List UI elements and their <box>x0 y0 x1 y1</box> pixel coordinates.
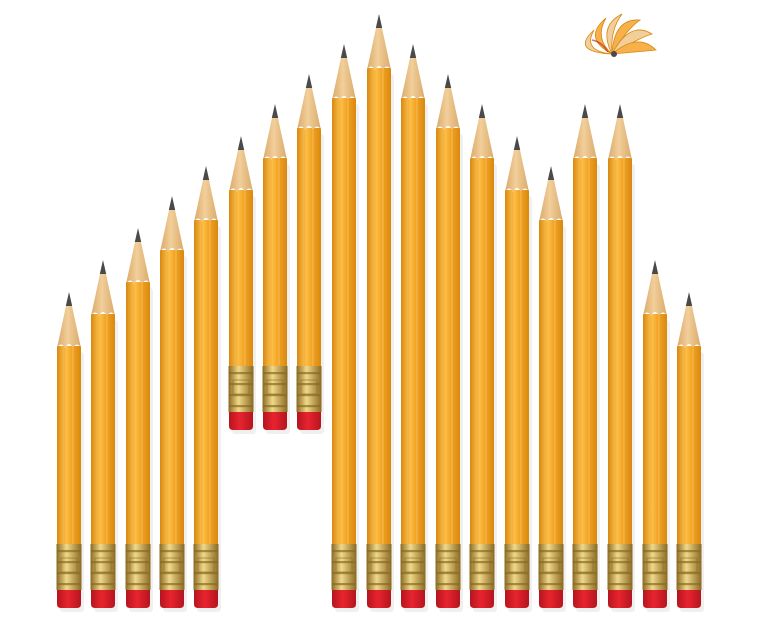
pencil-01 <box>56 292 84 612</box>
pencil-14 <box>504 136 532 612</box>
pencil-17 <box>607 104 635 612</box>
pencil-13 <box>469 104 497 612</box>
pencil-16 <box>572 104 600 612</box>
pencil-shavings <box>584 13 657 57</box>
pencil-12 <box>435 74 463 612</box>
pencil-18 <box>642 260 670 612</box>
pencil-09 <box>331 44 359 612</box>
pencil-05 <box>193 166 221 612</box>
pencil-scene <box>0 0 758 633</box>
pencil-15 <box>538 166 566 612</box>
pencil-02 <box>90 260 118 612</box>
pencil-07 <box>262 104 290 434</box>
pencil-04 <box>159 196 187 612</box>
pencil-08 <box>296 74 324 434</box>
pencil-10 <box>366 14 394 612</box>
pencil-06 <box>228 136 256 434</box>
pencil-arrangement-graphic <box>56 13 704 612</box>
pencil-19 <box>676 292 704 612</box>
pencil-03 <box>125 228 153 612</box>
pencil-11 <box>400 44 428 612</box>
